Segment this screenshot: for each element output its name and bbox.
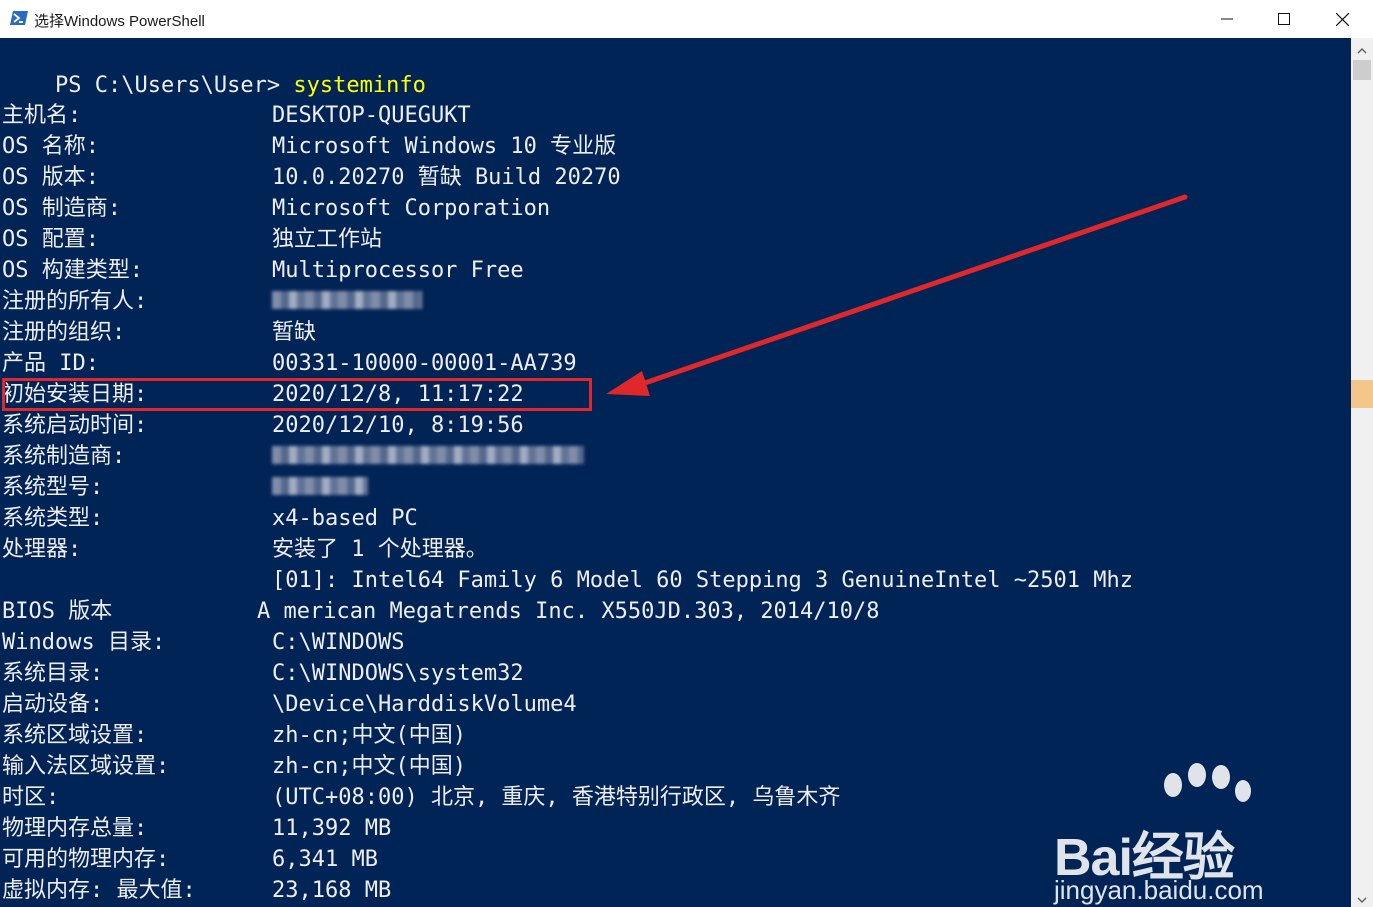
console-output[interactable]: PS C:\Users\User> systeminfo 主机名: DESKTO… xyxy=(0,38,1351,907)
maximize-button[interactable] xyxy=(1255,0,1313,38)
window-title: 选择Windows PowerShell xyxy=(34,13,205,30)
baidu-watermark: Bai经验 jingyan.baidu.com xyxy=(1050,763,1310,905)
vertical-scrollbar[interactable] xyxy=(1351,38,1373,907)
scroll-down-button[interactable] xyxy=(1351,887,1373,907)
watermark-url: jingyan.baidu.com xyxy=(1054,875,1264,905)
minimize-icon xyxy=(1221,13,1233,25)
scroll-up-button[interactable] xyxy=(1351,38,1373,58)
paw-logo-icon xyxy=(1164,763,1251,802)
scroll-thumb[interactable] xyxy=(1353,60,1371,80)
chevron-down-icon xyxy=(1357,888,1367,907)
search-match-marker xyxy=(1351,380,1373,408)
close-icon xyxy=(1335,12,1349,26)
chevron-up-icon xyxy=(1357,39,1367,58)
title-bar: 选择Windows PowerShell xyxy=(0,0,1373,39)
minimize-button[interactable] xyxy=(1198,0,1256,38)
maximize-icon xyxy=(1278,13,1290,25)
powershell-icon xyxy=(10,10,28,26)
close-button[interactable] xyxy=(1313,0,1371,38)
